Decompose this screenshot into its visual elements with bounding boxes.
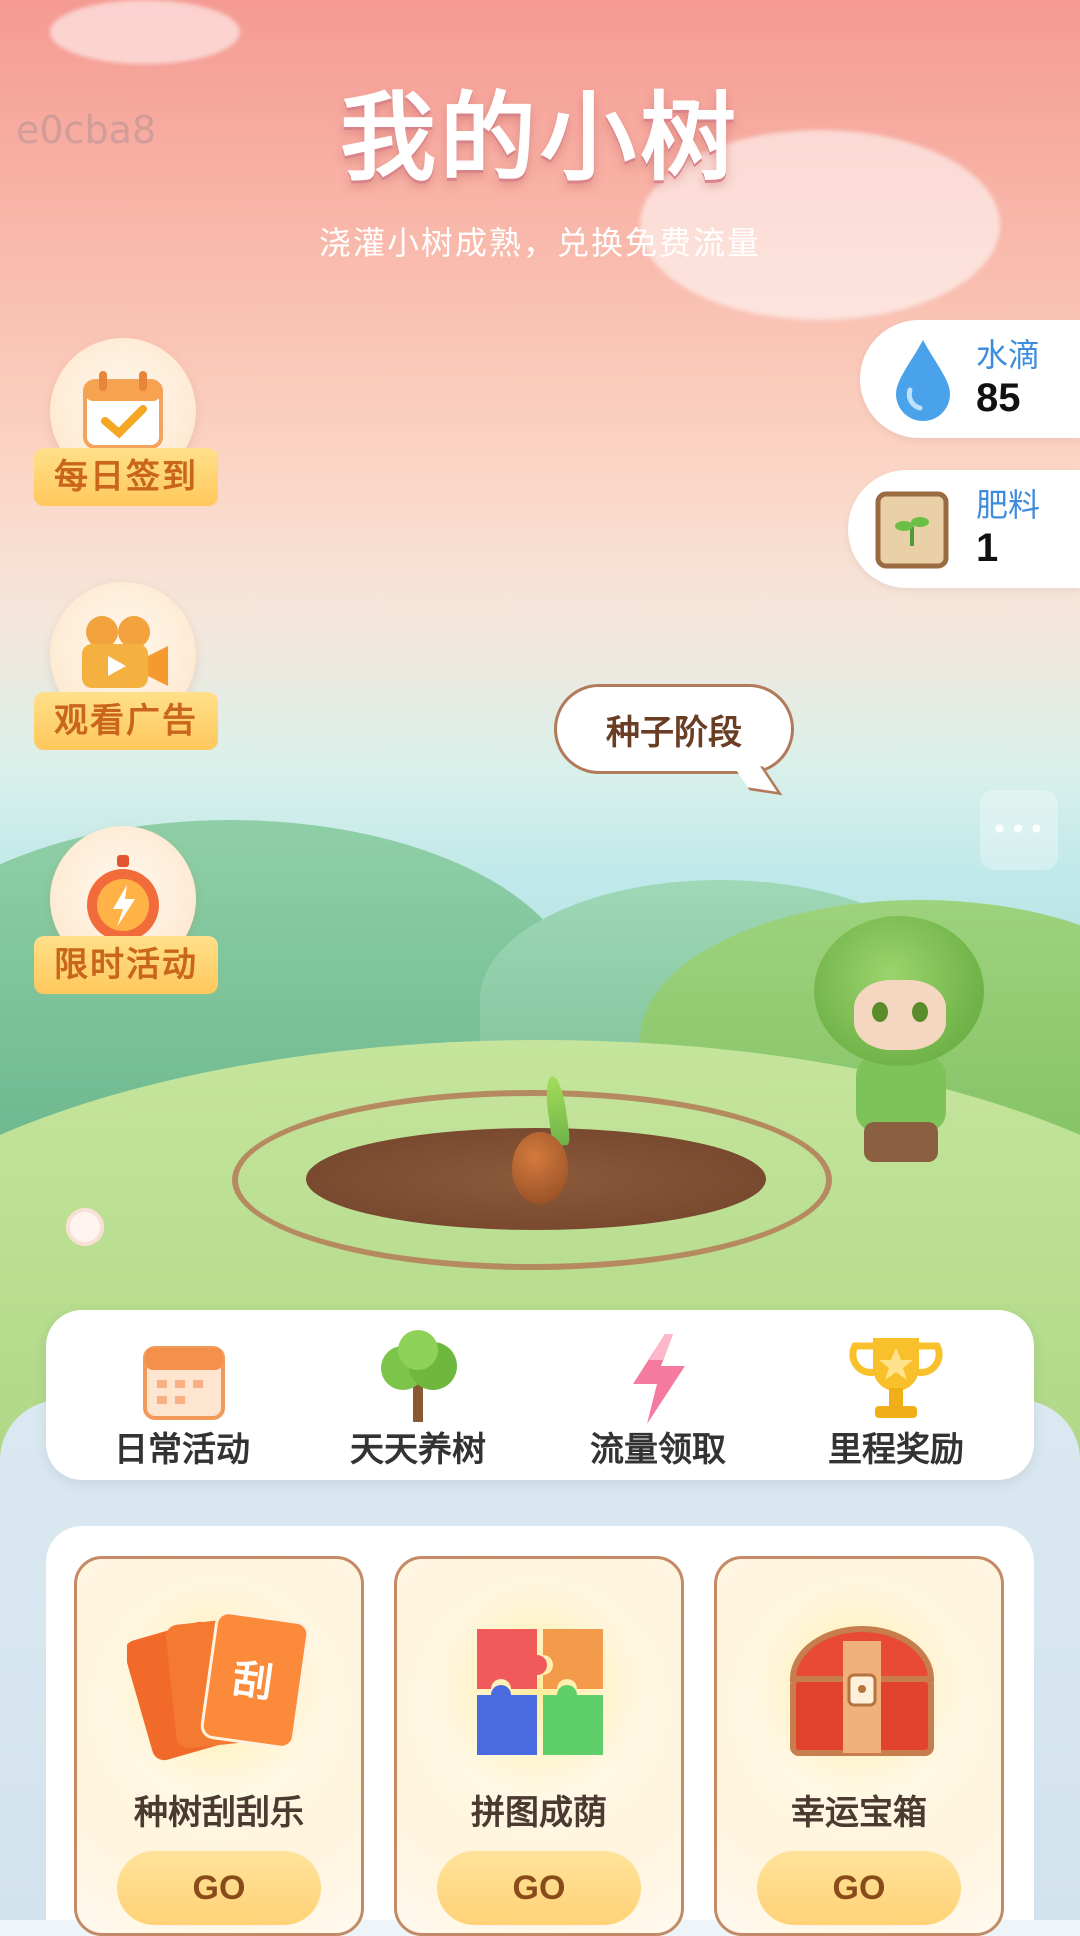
water-label: 水滴 xyxy=(976,336,1041,374)
tab-label: 日常活动 xyxy=(114,1430,250,1470)
character-body xyxy=(856,1056,946,1132)
watch-ad-label: 观看广告 xyxy=(34,692,218,750)
page-title: 我的小树 xyxy=(340,81,740,194)
game-card-chest[interactable]: 幸运宝箱 GO xyxy=(714,1556,1004,1936)
game-title: 幸运宝箱 xyxy=(791,1793,927,1833)
feature-tab-bar: 日常活动 天天养树 流量领取 里程奖励 xyxy=(46,1310,1034,1480)
page-subtitle: 浇灌小树成熟，兑换免费流量 xyxy=(318,224,761,262)
cloud xyxy=(50,0,240,64)
tree-icon xyxy=(381,1330,457,1422)
tab-milestone-reward[interactable]: 里程奖励 xyxy=(786,1310,1006,1480)
mini-games-panel: 刮 种树刮刮乐 GO 拼图成荫 GO 幸运宝箱 GO xyxy=(46,1526,1034,1936)
character-eye xyxy=(912,1002,928,1022)
more-options-tab[interactable]: ••• xyxy=(980,790,1058,870)
scratch-card-icon: 刮 xyxy=(127,1611,310,1761)
seed[interactable] xyxy=(512,1132,568,1204)
fertilizer-value: 1 xyxy=(976,526,999,570)
trophy-icon xyxy=(849,1338,943,1418)
go-button[interactable]: GO xyxy=(437,1851,641,1925)
tab-label: 天天养树 xyxy=(350,1430,486,1470)
treasure-chest-icon xyxy=(789,1626,935,1756)
fertilizer-counter[interactable]: 肥料 1 xyxy=(848,470,1080,588)
tab-label: 里程奖励 xyxy=(828,1430,964,1470)
go-button[interactable]: GO xyxy=(117,1851,321,1925)
character-eye xyxy=(872,1002,888,1022)
game-title: 拼图成荫 xyxy=(471,1793,607,1833)
daily-checkin-label: 每日签到 xyxy=(34,448,218,506)
scratch-card-text: 刮 xyxy=(230,1656,276,1707)
flower-decoration xyxy=(66,1208,104,1246)
fertilizer-label: 肥料 xyxy=(976,486,1041,524)
tab-daily-tree[interactable]: 天天养树 xyxy=(308,1310,528,1480)
tab-label: 流量领取 xyxy=(590,1430,726,1470)
water-drop-icon xyxy=(896,340,950,421)
limited-event-label: 限时活动 xyxy=(34,936,218,994)
game-card-puzzle[interactable]: 拼图成荫 GO xyxy=(394,1556,684,1936)
stage-speech-bubble: 种子阶段 xyxy=(554,684,794,774)
tree-character[interactable] xyxy=(806,896,992,1164)
daily-checkin-button[interactable]: 每日签到 xyxy=(34,338,220,528)
water-value: 85 xyxy=(976,376,1021,420)
fertilizer-bag-icon xyxy=(875,491,949,569)
calendar-icon xyxy=(143,1346,225,1420)
puzzle-icon xyxy=(477,1629,603,1755)
character-face xyxy=(854,980,946,1050)
go-button[interactable]: GO xyxy=(757,1851,961,1925)
watch-ad-button[interactable]: 观看广告 xyxy=(34,582,220,772)
tab-daily-activity[interactable]: 日常活动 xyxy=(72,1310,292,1480)
tab-traffic-claim[interactable]: 流量领取 xyxy=(548,1310,768,1480)
lightning-icon xyxy=(633,1334,685,1424)
game-card-scratch[interactable]: 刮 种树刮刮乐 GO xyxy=(74,1556,364,1936)
character-legs xyxy=(864,1122,938,1162)
game-title: 种树刮刮乐 xyxy=(134,1793,304,1833)
limited-event-button[interactable]: 限时活动 xyxy=(34,826,220,1016)
water-counter[interactable]: 水滴 85 xyxy=(860,320,1080,438)
